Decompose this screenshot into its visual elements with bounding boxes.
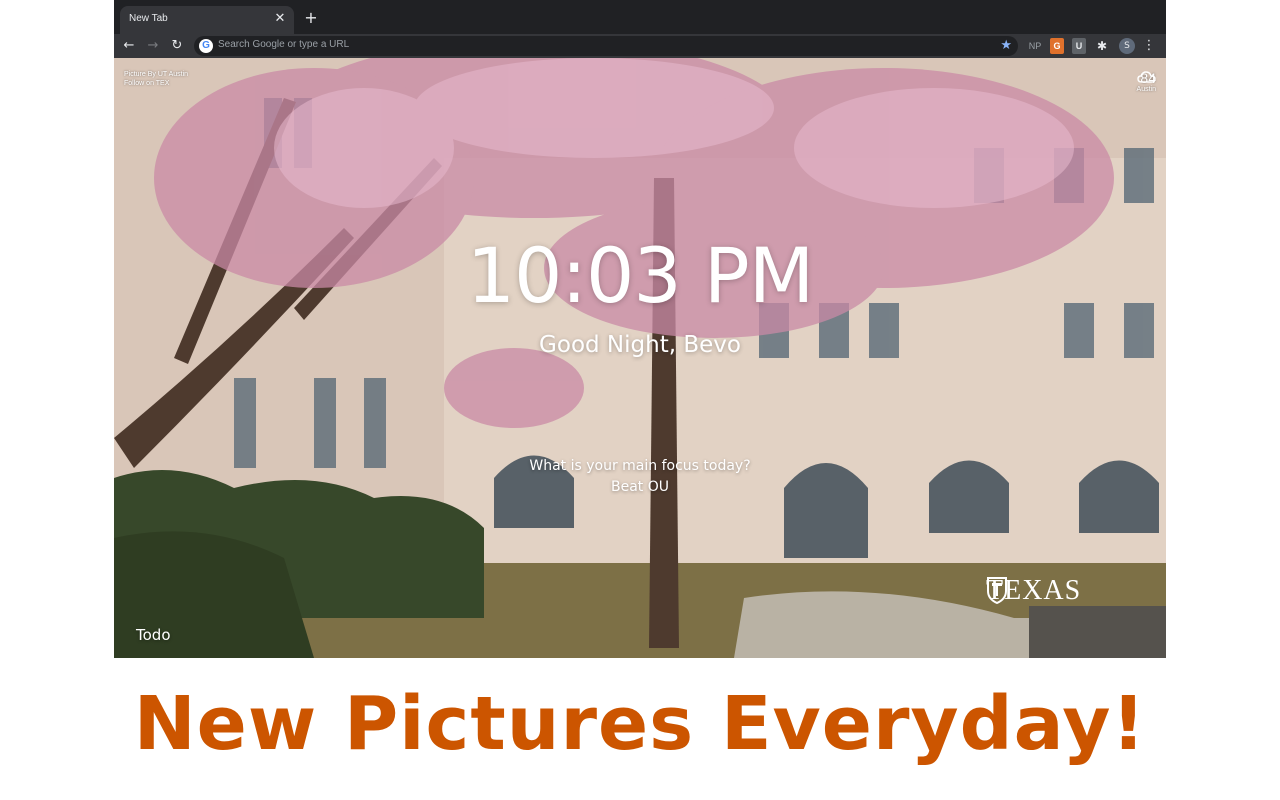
omnibox[interactable]: G Search Google or type a URL ★ [194, 36, 1018, 56]
profile-avatar[interactable]: S [1119, 38, 1135, 54]
puzzle-icon[interactable]: ✱ [1094, 38, 1110, 54]
browser-toolbar: ← → ↻ G Search Google or type a URL ★ NP… [114, 34, 1166, 58]
promo-caption: New Pictures Everyday! [133, 681, 1147, 767]
orange-extension-icon[interactable]: G [1050, 38, 1064, 54]
tab-strip: New Tab ✕ + [114, 0, 1166, 34]
clock-time: 10:03 PM [466, 231, 815, 320]
np-extension-icon[interactable]: NP [1026, 38, 1044, 54]
todo-button[interactable]: Todo [136, 626, 171, 644]
omnibox-placeholder[interactable]: Search Google or type a URL [218, 39, 349, 50]
photo-credit[interactable]: Picture By UT Austin Follow on TEX [124, 70, 188, 88]
focus-answer[interactable]: Beat OU [114, 478, 1166, 496]
tab-new-tab[interactable]: New Tab ✕ [120, 6, 294, 34]
weather-widget[interactable]: 84 Austin [1137, 70, 1156, 93]
reload-icon[interactable]: ↻ [167, 36, 187, 56]
u-extension-icon[interactable]: U [1072, 38, 1086, 54]
more-vert-icon[interactable]: ⋮ [1142, 37, 1156, 55]
weather-location: Austin [1136, 86, 1156, 93]
background-photo: Picture By UT Austin Follow on TEX 84 Au… [114, 58, 1166, 658]
focus-question: What is your main focus today? [529, 458, 751, 474]
credit-line-2[interactable]: Follow on TEX [124, 79, 188, 88]
greeting-message[interactable]: Good Night, Bevo [114, 330, 1166, 360]
plus-icon[interactable]: + [302, 8, 320, 28]
credit-line-1: Picture By UT Austin [124, 71, 189, 78]
browser-window: New Tab ✕ + ← → ↻ G Search Google or typ… [114, 0, 1166, 658]
shield-icon [987, 577, 1007, 604]
tab-title: New Tab [129, 13, 168, 24]
google-icon: G [199, 39, 213, 53]
star-icon[interactable]: ★ [1000, 37, 1012, 55]
arrow-right-icon[interactable]: → [143, 36, 163, 56]
arrow-left-icon[interactable]: ← [119, 36, 139, 56]
close-icon[interactable]: ✕ [272, 10, 288, 28]
texas-logo: TEXAS [986, 576, 1081, 606]
cloud-icon [1136, 71, 1156, 83]
